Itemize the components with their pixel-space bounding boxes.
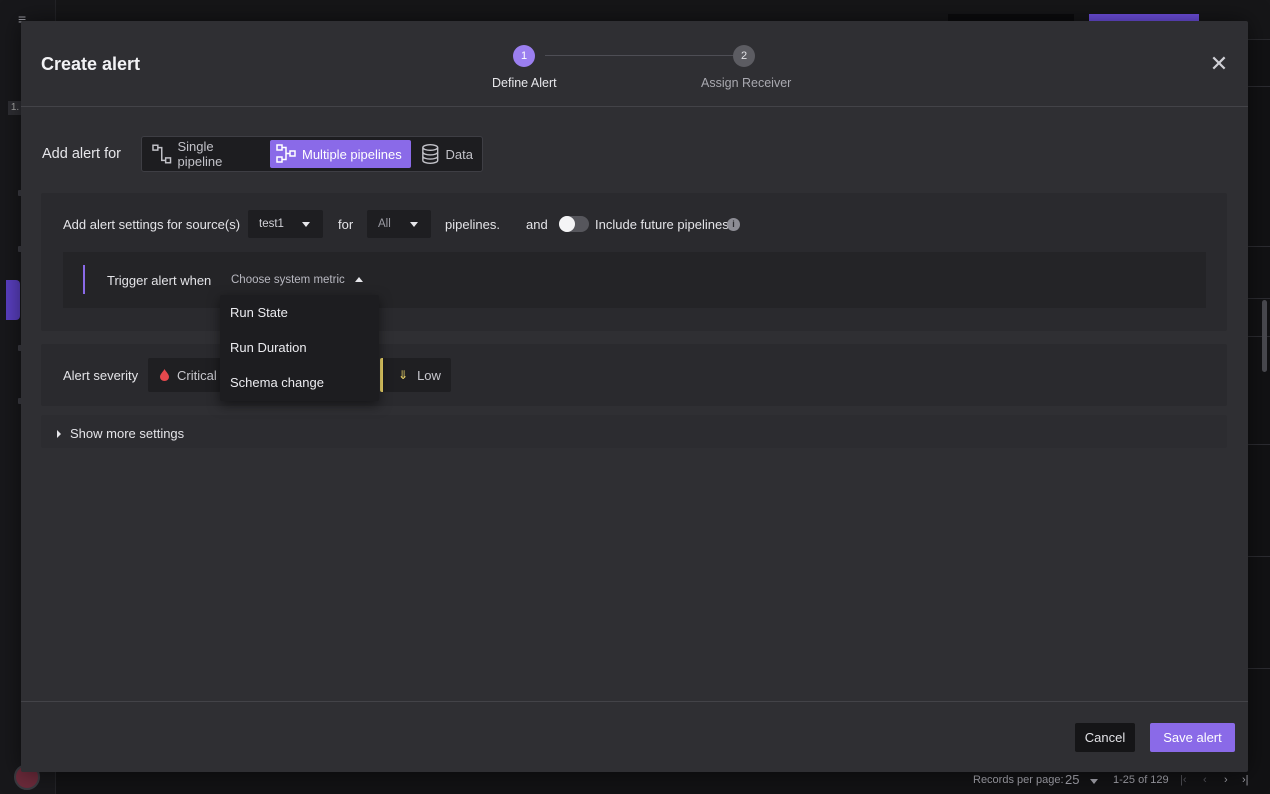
chevron-down-icon[interactable]	[1090, 779, 1098, 784]
double-chevron-down-icon: ⇓	[398, 368, 409, 382]
data-label: Data	[445, 146, 473, 162]
records-per-page-label: Records per page:	[973, 774, 1064, 786]
create-alert-modal: Create alert 1 2 Define Alert Assign Rec…	[21, 21, 1248, 772]
show-more-label: Show more settings	[70, 426, 185, 441]
alert-severity-label: Alert severity	[63, 368, 139, 383]
flame-icon	[160, 369, 169, 381]
system-metric-dropdown: Run State Run Duration Schema change	[220, 295, 379, 401]
pipelines-select-value: All	[378, 218, 391, 230]
sidebar-active-indicator	[6, 280, 20, 320]
add-alert-for-label: Add alert for	[42, 146, 121, 162]
severity-low-option[interactable]: ⇓ Low	[380, 358, 451, 392]
trigger-accent-bar	[83, 265, 85, 294]
chevron-down-icon	[302, 222, 310, 227]
table-row	[1248, 298, 1270, 299]
show-more-settings-toggle[interactable]: Show more settings	[57, 426, 184, 441]
database-icon	[422, 144, 439, 164]
close-icon[interactable]: ✕	[1208, 53, 1230, 76]
table-row	[1248, 668, 1270, 669]
records-per-page-select[interactable]: 25	[1065, 772, 1079, 787]
source-select[interactable]: test1	[248, 210, 323, 238]
multiple-pipelines-icon	[276, 144, 296, 163]
and-label: and	[526, 217, 548, 232]
table-row	[1248, 444, 1270, 445]
step-1-circle[interactable]: 1	[513, 45, 535, 67]
next-page-icon[interactable]: ›	[1224, 774, 1228, 786]
severity-critical-label: Critical	[177, 367, 217, 383]
chevron-down-icon	[410, 222, 418, 227]
version-badge: 1.	[8, 101, 22, 115]
pagination: Records per page: 25 1-25 of 129 |‹ ‹ › …	[940, 772, 1270, 794]
stepper-connector	[545, 55, 744, 56]
pipelines-label: pipelines.	[445, 217, 500, 232]
modal-title: Create alert	[41, 54, 141, 74]
chevron-up-icon	[355, 277, 363, 282]
step-2-circle[interactable]: 2	[733, 45, 755, 67]
toggle-knob	[559, 216, 575, 232]
step-2-label[interactable]: Assign Receiver	[701, 76, 791, 90]
source-select-value: test1	[259, 218, 284, 230]
severity-low-label: Low	[417, 367, 441, 383]
table-row	[1248, 246, 1270, 247]
last-page-icon[interactable]: ›|	[1242, 774, 1249, 786]
system-metric-placeholder: Choose system metric	[231, 274, 345, 286]
info-icon[interactable]: i	[727, 218, 740, 231]
first-page-icon[interactable]: |‹	[1180, 774, 1187, 786]
single-pipeline-label: Single pipeline	[177, 139, 223, 169]
step-1-label[interactable]: Define Alert	[492, 76, 557, 90]
modal-header: Create alert 1 2 Define Alert Assign Rec…	[21, 21, 1248, 107]
table-row	[1248, 556, 1270, 557]
metric-option-schema-change[interactable]: Schema change	[220, 365, 379, 399]
show-more-panel	[41, 415, 1227, 448]
save-alert-button[interactable]: Save alert	[1150, 723, 1235, 752]
single-pipeline-option[interactable]: Single pipeline	[146, 139, 266, 169]
include-future-toggle[interactable]	[559, 216, 589, 232]
trigger-alert-label: Trigger alert when	[107, 273, 212, 288]
for-label: for	[338, 217, 354, 232]
system-metric-select[interactable]: Choose system metric	[221, 266, 379, 294]
settings-prefix-label: Add alert settings for source(s)	[63, 217, 241, 232]
include-future-label: Include future pipelines	[595, 217, 729, 232]
alert-type-selector: Single pipeline Multiple pipelines Data	[141, 136, 483, 172]
metric-option-run-duration[interactable]: Run Duration	[220, 330, 379, 364]
scrollbar[interactable]	[1262, 300, 1267, 372]
cancel-button[interactable]: Cancel	[1075, 723, 1135, 752]
multiple-pipelines-option[interactable]: Multiple pipelines	[270, 140, 411, 168]
multiple-pipelines-label: Multiple pipelines	[302, 146, 402, 162]
pagination-range: 1-25 of 129	[1113, 774, 1169, 786]
single-pipeline-icon	[152, 144, 172, 164]
prev-page-icon[interactable]: ‹	[1203, 774, 1207, 786]
pipelines-select[interactable]: All	[367, 210, 431, 238]
data-option[interactable]: Data	[415, 140, 479, 168]
footer-divider	[21, 701, 1248, 702]
metric-option-run-state[interactable]: Run State	[220, 295, 379, 329]
caret-right-icon	[57, 429, 61, 438]
table-row	[1248, 86, 1270, 87]
